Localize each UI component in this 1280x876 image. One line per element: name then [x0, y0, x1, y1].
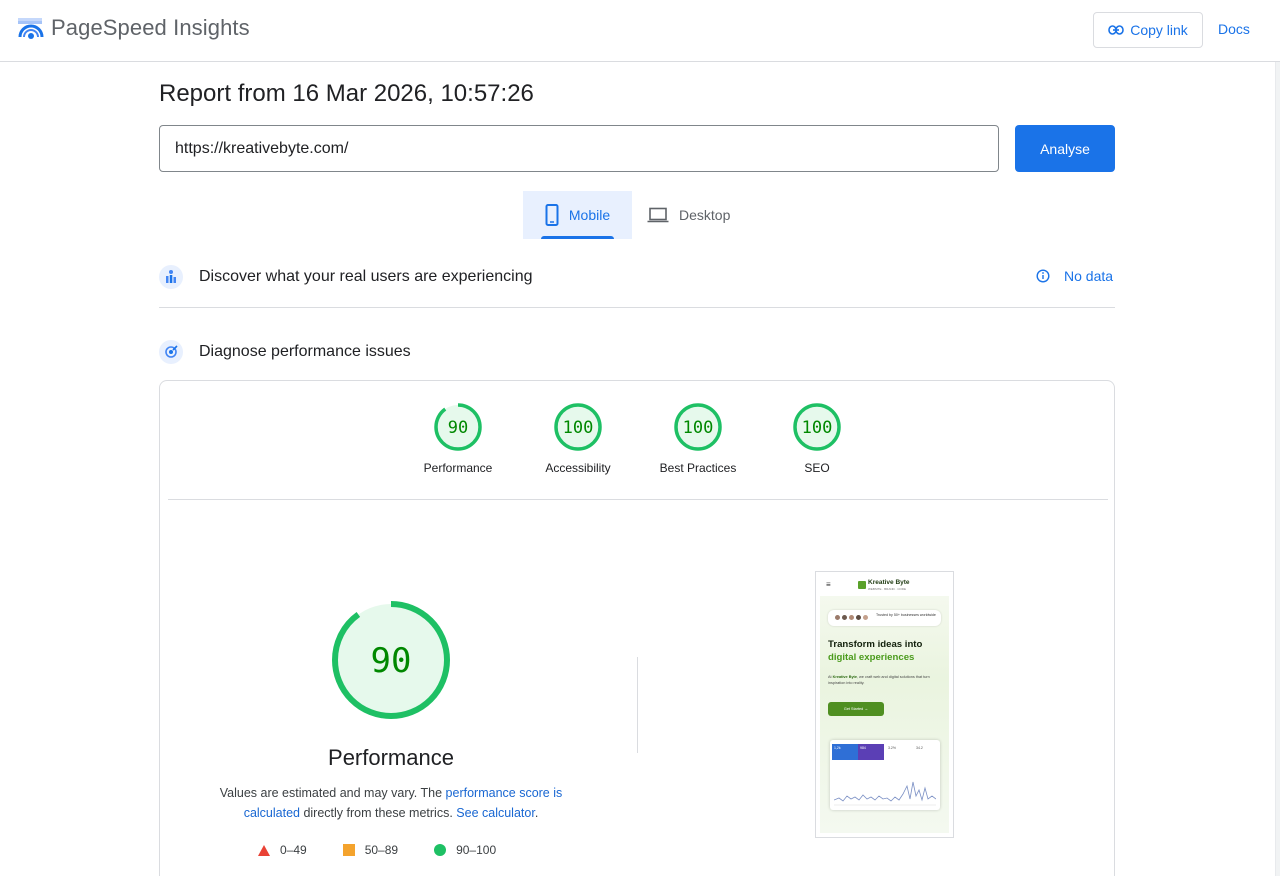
dash-stat: 984 — [858, 744, 884, 760]
site-tagline: WEBSITE · BRAND · CODE — [868, 587, 907, 591]
vertical-separator — [637, 657, 638, 753]
smartphone-icon — [545, 204, 559, 226]
site-logo-icon — [858, 581, 866, 589]
gauge-score: 100 — [683, 418, 714, 438]
tab-mobile[interactable]: Mobile — [523, 191, 632, 239]
lighthouse-report-card: 90 Performance 100 Accessibility 100 Bes… — [159, 380, 1115, 876]
site-trust-text: Trusted by 50+ businesses worldwide — [876, 613, 936, 617]
performance-gauge-large: 90 — [332, 601, 450, 719]
triangle-icon — [258, 844, 270, 856]
page-scrollbar[interactable] — [1275, 62, 1280, 876]
copy-link-button[interactable]: Copy link — [1093, 12, 1203, 48]
link-icon — [1108, 25, 1125, 35]
tab-selected-indicator — [541, 236, 614, 239]
avatar — [841, 614, 848, 621]
tab-desktop[interactable]: Desktop — [647, 191, 747, 239]
no-data-label: No data — [1064, 268, 1114, 284]
card-divider — [168, 499, 1108, 500]
score-legend: 0–49 50–89 90–100 — [258, 843, 532, 857]
performance-heading: Performance — [328, 745, 454, 770]
score-gauge-ring: 100 — [554, 403, 602, 451]
gauge-best-practices[interactable]: 100 Best Practices — [638, 403, 758, 475]
gauge-seo[interactable]: 100 SEO — [757, 403, 877, 475]
report-title: Report from 16 Mar 2026, 10:57:26 — [159, 80, 534, 107]
gauge-label: Performance — [423, 461, 493, 475]
circle-icon — [434, 844, 447, 856]
users-chart-icon — [159, 265, 183, 289]
analyse-button[interactable]: Analyse — [1015, 125, 1115, 172]
gauge-score: 100 — [802, 418, 833, 438]
square-icon — [342, 844, 355, 856]
gauge-label: Best Practices — [659, 461, 737, 475]
gauge-performance[interactable]: 90 Performance — [398, 403, 518, 475]
hamburger-icon: ≡ — [826, 580, 831, 589]
laptop-icon — [647, 207, 669, 223]
score-gauge-ring: 100 — [793, 403, 841, 451]
no-data-indicator[interactable]: No data — [1036, 268, 1113, 284]
avatar — [848, 614, 855, 621]
final-screenshot-thumbnail[interactable]: ≡ Kreative Byte WEBSITE · BRAND · CODE T… — [815, 571, 954, 838]
site-trust-pill: Trusted by 50+ businesses worldwide — [828, 610, 941, 626]
url-input[interactable] — [159, 125, 999, 172]
site-body-text: At Kreative Byte, we craft web and digit… — [828, 675, 930, 685]
avatar — [855, 614, 862, 621]
copy-link-label: Copy link — [1130, 22, 1188, 38]
legend-pass: 90–100 — [434, 843, 496, 857]
gauge-score: 90 — [448, 418, 468, 438]
diagnose-icon — [159, 340, 183, 364]
avatar — [862, 614, 869, 621]
site-headline: Transform ideas into digital experiences — [828, 639, 923, 663]
dash-stat: 34.2 — [916, 746, 923, 750]
legend-average: 50–89 — [342, 843, 398, 857]
app-title: PageSpeed Insights — [51, 15, 250, 40]
gauge-accessibility[interactable]: 100 Accessibility — [518, 403, 638, 475]
gauge-label: Accessibility — [545, 461, 611, 475]
category-gauges: 90 Performance 100 Accessibility 100 Bes… — [160, 381, 1116, 499]
gauge-label: SEO — [804, 461, 830, 475]
dash-stat: 1,2k — [832, 744, 858, 760]
see-calculator-link[interactable]: See calculator — [456, 806, 535, 820]
screenshot-content: ≡ Kreative Byte WEBSITE · BRAND · CODE T… — [820, 576, 949, 833]
gauge-score: 100 — [563, 418, 594, 438]
tab-mobile-label: Mobile — [568, 207, 611, 223]
docs-link[interactable]: Docs — [1218, 21, 1250, 37]
dash-line-chart — [834, 781, 936, 806]
avatar — [834, 614, 841, 621]
site-navbar: ≡ Kreative Byte WEBSITE · BRAND · CODE — [820, 576, 949, 596]
real-users-title: Discover what your real users are experi… — [199, 268, 533, 285]
dash-stat: 3.2% — [888, 746, 896, 750]
score-gauge-ring: 90 — [434, 403, 482, 451]
performance-description: Values are estimated and may vary. The p… — [219, 786, 563, 820]
legend-fail: 0–49 — [258, 843, 307, 857]
performance-score: 90 — [371, 641, 412, 681]
score-gauge-ring: 100 — [674, 403, 722, 451]
section-divider — [159, 307, 1115, 308]
info-icon — [1036, 269, 1050, 283]
site-cta-button: Get Started → — [828, 702, 884, 716]
pagespeed-logo-icon — [18, 18, 44, 39]
top-app-bar: PageSpeed Insights Copy link Docs — [0, 0, 1280, 62]
site-brand: Kreative Byte — [868, 579, 910, 586]
site-dashboard-preview: 1,2k 984 3.2% 34.2 — [830, 740, 940, 810]
diagnose-title: Diagnose performance issues — [199, 343, 411, 360]
tab-desktop-label: Desktop — [679, 207, 731, 223]
